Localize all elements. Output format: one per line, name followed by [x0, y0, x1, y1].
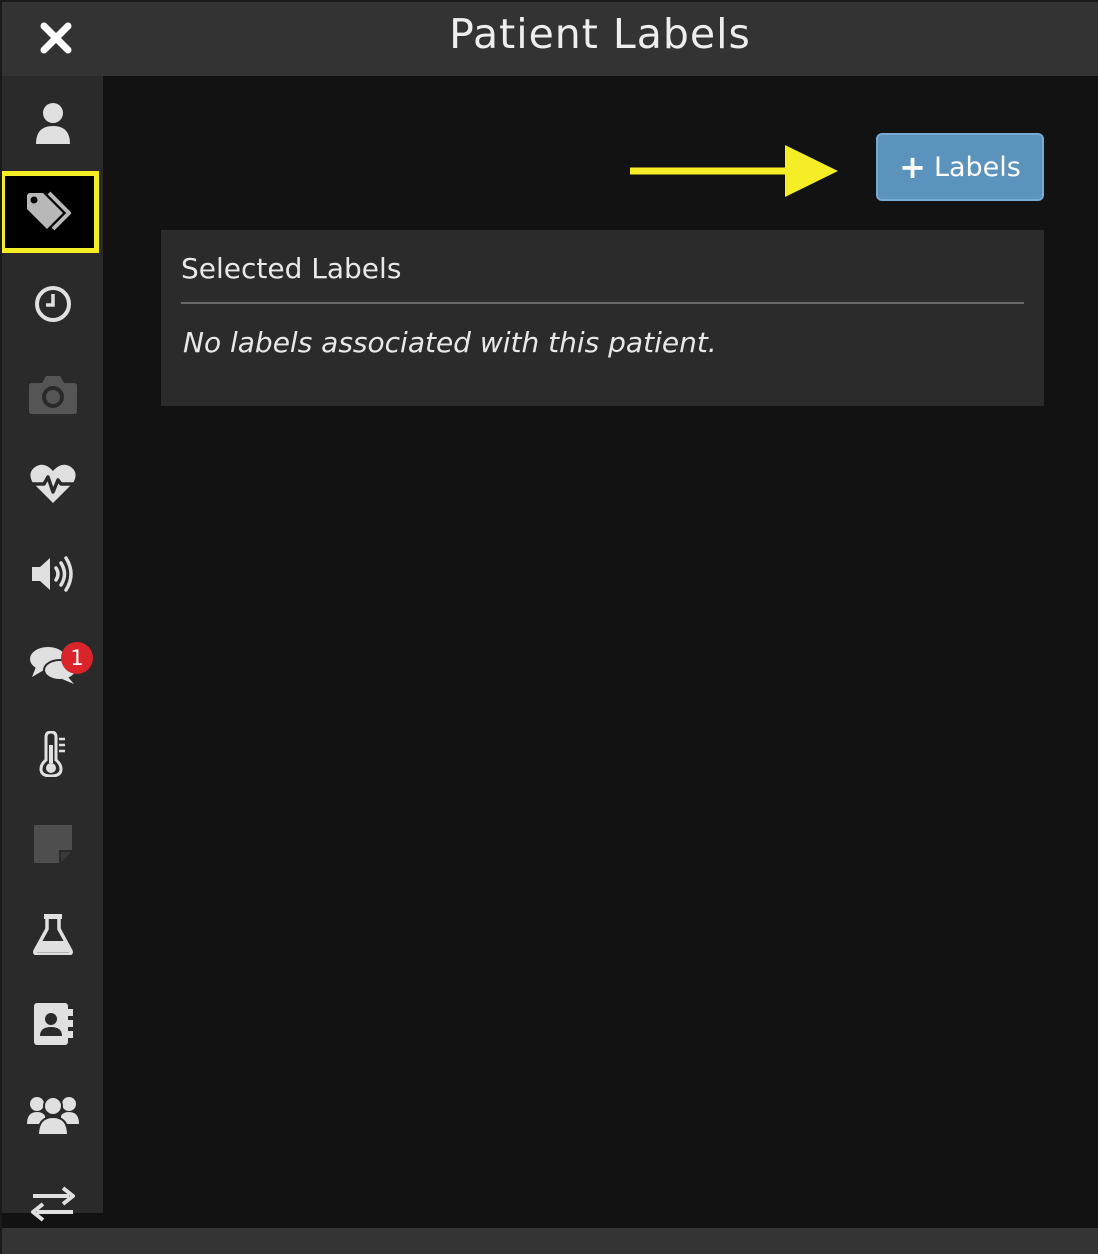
- add-labels-label: Labels: [933, 151, 1021, 183]
- camera-icon: [28, 376, 77, 414]
- sticky-note-icon: [33, 825, 72, 863]
- sidebar-item-photos: [2, 349, 103, 439]
- sidebar-item-lab[interactable]: [2, 889, 103, 979]
- add-labels-button[interactable]: + Labels: [876, 133, 1044, 201]
- sidebar-item-contacts[interactable]: [2, 979, 103, 1069]
- arrow-annotation: [630, 145, 838, 197]
- empty-labels-message: No labels associated with this patient.: [183, 326, 717, 359]
- sidebar-item-care-team[interactable]: [2, 1069, 103, 1159]
- page-title: Patient Labels: [449, 10, 751, 58]
- sidebar-item-vitals[interactable]: [2, 439, 103, 529]
- close-icon: [40, 22, 72, 54]
- sidebar-item-announcements[interactable]: [2, 529, 103, 619]
- panel-divider: [181, 302, 1024, 304]
- clock-icon: [34, 286, 71, 322]
- sidebar-item-labels[interactable]: [2, 171, 99, 253]
- sidebar: 1: [2, 76, 103, 1222]
- heartbeat-icon: [29, 464, 76, 503]
- sidebar-item-patient[interactable]: [2, 79, 103, 169]
- sidebar-item-notes: [2, 799, 103, 889]
- unread-badge: 1: [61, 642, 93, 674]
- user-icon: [35, 103, 70, 144]
- sidebar-item-history[interactable]: [2, 259, 103, 349]
- title-bar: Patient Labels: [2, 2, 1098, 76]
- address-book-icon: [33, 1003, 73, 1045]
- flask-icon: [32, 914, 73, 955]
- patient-labels-window: Patient Labels 1 + Labels Selected Label…: [2, 2, 1098, 1254]
- thermometer-icon: [38, 731, 65, 777]
- exchange-icon: [30, 1186, 75, 1222]
- users-icon: [26, 1096, 79, 1136]
- selected-labels-panel: Selected Labels No labels associated wit…: [161, 230, 1044, 406]
- sidebar-item-messages[interactable]: 1: [2, 619, 103, 709]
- plus-icon: +: [899, 148, 926, 186]
- close-button[interactable]: [38, 20, 74, 56]
- panel-heading: Selected Labels: [181, 252, 402, 285]
- tags-icon: [26, 191, 71, 231]
- footer-bar: [2, 1228, 1098, 1254]
- sidebar-item-temperature[interactable]: [2, 709, 103, 799]
- speaker-icon: [31, 556, 73, 592]
